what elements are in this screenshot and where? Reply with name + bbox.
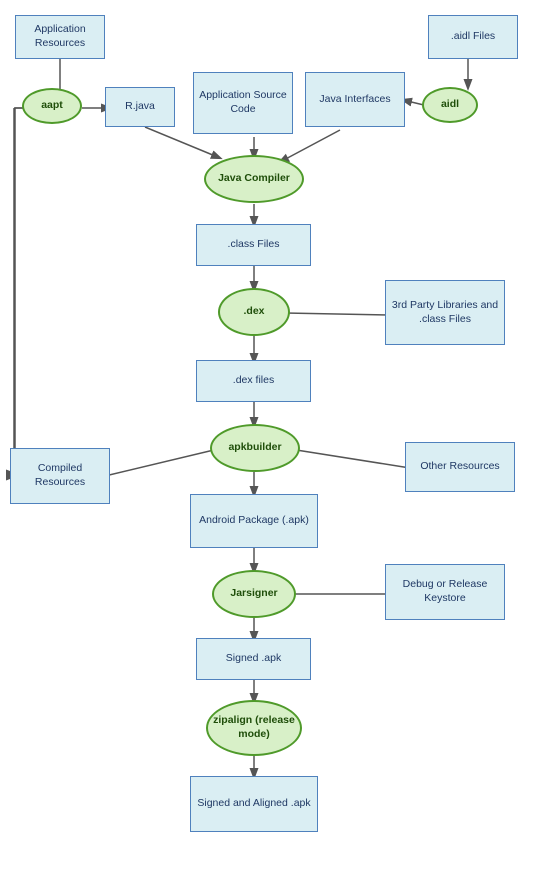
debug-release-label: Debug or Release Keystore bbox=[390, 578, 500, 605]
rjava-node: R.java bbox=[105, 87, 175, 127]
class-files-node: .class Files bbox=[196, 224, 311, 266]
signed-apk-node: Signed .apk bbox=[196, 638, 311, 680]
class-files-label: .class Files bbox=[228, 238, 280, 252]
aapt-label: aapt bbox=[41, 99, 63, 113]
compiled-resources-label: Compiled Resources bbox=[15, 462, 105, 489]
aidl-label: aidl bbox=[441, 98, 459, 112]
signed-aligned-node: Signed and Aligned .apk bbox=[190, 776, 318, 832]
dex-files-node: .dex files bbox=[196, 360, 311, 402]
third-party-label: 3rd Party Libraries and .class Files bbox=[390, 299, 500, 326]
zipalign-node: zipalign (release mode) bbox=[206, 700, 302, 756]
aapt-node: aapt bbox=[22, 88, 82, 124]
aidl-files-node: .aidl Files bbox=[428, 15, 518, 59]
rjava-label: R.java bbox=[125, 100, 155, 114]
java-interfaces-node: Java Interfaces bbox=[305, 72, 405, 127]
signed-aligned-label: Signed and Aligned .apk bbox=[197, 797, 310, 811]
app-resources-label: Application Resources bbox=[20, 23, 100, 50]
zipalign-label: zipalign (release mode) bbox=[212, 714, 296, 741]
compiled-resources-node: Compiled Resources bbox=[10, 448, 110, 504]
other-resources-label: Other Resources bbox=[420, 460, 499, 474]
apkbuilder-node: apkbuilder bbox=[210, 424, 300, 472]
jarsigner-label: Jarsigner bbox=[230, 587, 277, 601]
dex-label: .dex bbox=[243, 305, 264, 319]
diagram: Application Resources .aidl Files aapt R… bbox=[0, 0, 536, 882]
other-resources-node: Other Resources bbox=[405, 442, 515, 492]
app-source-label: Application Source Code bbox=[198, 89, 288, 116]
signed-apk-label: Signed .apk bbox=[226, 652, 281, 666]
aidl-files-label: .aidl Files bbox=[451, 30, 495, 44]
app-source-node: Application Source Code bbox=[193, 72, 293, 134]
app-resources-node: Application Resources bbox=[15, 15, 105, 59]
third-party-node: 3rd Party Libraries and .class Files bbox=[385, 280, 505, 345]
dex-files-label: .dex files bbox=[233, 374, 274, 388]
java-compiler-node: Java Compiler bbox=[204, 155, 304, 203]
java-interfaces-label: Java Interfaces bbox=[319, 93, 390, 107]
debug-release-node: Debug or Release Keystore bbox=[385, 564, 505, 620]
apkbuilder-label: apkbuilder bbox=[228, 441, 281, 455]
aidl-node: aidl bbox=[422, 87, 478, 123]
dex-node: .dex bbox=[218, 288, 290, 336]
android-package-label: Android Package (.apk) bbox=[199, 514, 309, 528]
android-package-node: Android Package (.apk) bbox=[190, 494, 318, 548]
java-compiler-label: Java Compiler bbox=[218, 172, 290, 186]
jarsigner-node: Jarsigner bbox=[212, 570, 296, 618]
